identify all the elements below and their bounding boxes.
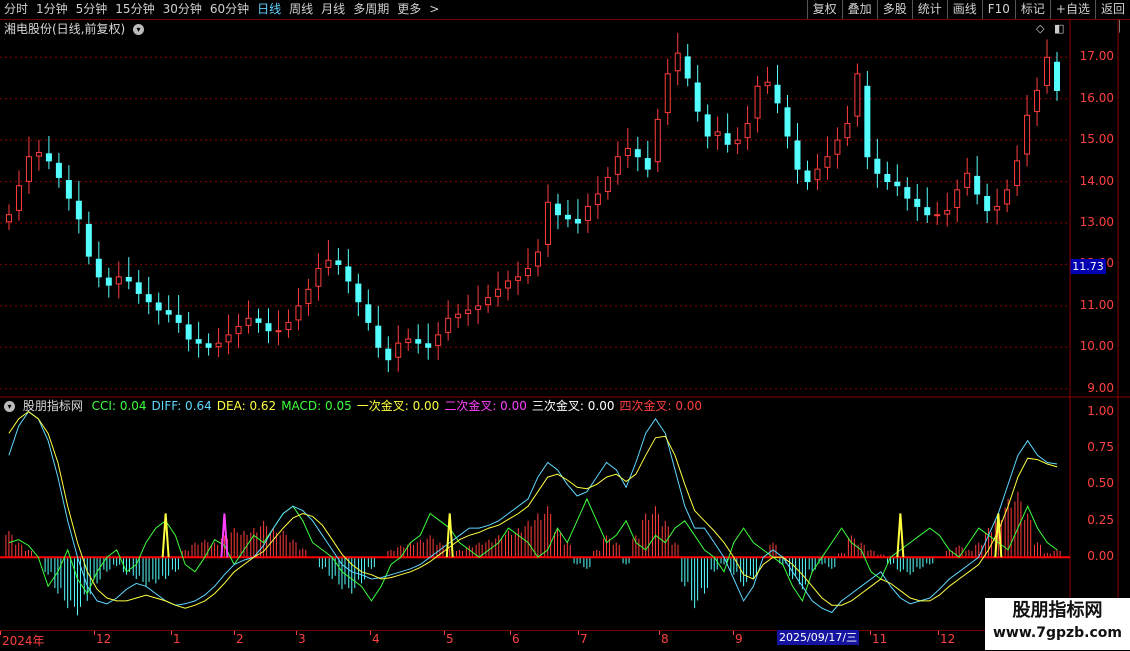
side-panel-strip[interactable]: ▏ [1119, 20, 1130, 630]
date-label: 12 [96, 632, 112, 646]
golden-cross-spike [896, 513, 905, 558]
watermark: 股朋指标网 www.7gpzb.com [985, 598, 1130, 650]
date-tick [370, 631, 371, 635]
side-panel-glyph: ▏ [1119, 20, 1128, 33]
indicator-axis: 1.00 0.75 0.50 0.25 0.00 [1070, 397, 1118, 629]
selected-date-tag: 2025/09/17/三 [777, 630, 860, 645]
date-label: 4 [372, 632, 380, 646]
date-tick [578, 631, 579, 635]
date-axis: 2024年 12 1 2 3 4 5 6 7 8 9 11 12 [0, 630, 1070, 651]
date-label: 9 [735, 632, 743, 646]
date-label: 2 [236, 632, 244, 646]
date-label: 11 [872, 632, 888, 646]
indicator-tick: 0.00 [1087, 549, 1114, 564]
date-label: 6 [512, 632, 520, 646]
date-label: 1 [173, 632, 181, 646]
indicator-tick: 0.25 [1087, 512, 1114, 527]
date-tick [444, 631, 445, 635]
date-tick [870, 631, 871, 635]
date-tick [234, 631, 235, 635]
date-tick [510, 631, 511, 635]
diff-line [8, 410, 1058, 614]
indicator-tick: 0.75 [1087, 439, 1114, 454]
indicator-tick: 0.50 [1087, 476, 1114, 491]
date-label: 2024年 [2, 634, 45, 648]
date-tick [938, 631, 939, 635]
date-tick [0, 631, 1, 635]
watermark-url: www.7gpzb.com [992, 625, 1122, 641]
date-label: 5 [446, 632, 454, 646]
indicator-chart[interactable] [0, 397, 1070, 630]
date-tick [659, 631, 660, 635]
date-tick [171, 631, 172, 635]
indicator-tick: 1.00 [1087, 403, 1114, 418]
date-tick [94, 631, 95, 635]
date-tick [296, 631, 297, 635]
date-label: 8 [661, 632, 669, 646]
date-label: 7 [580, 632, 588, 646]
date-label: 3 [298, 632, 306, 646]
golden-cross-spike [161, 513, 170, 558]
date-tick [733, 631, 734, 635]
watermark-title: 股朋指标网 [1012, 600, 1103, 621]
date-label: 12 [940, 632, 956, 646]
